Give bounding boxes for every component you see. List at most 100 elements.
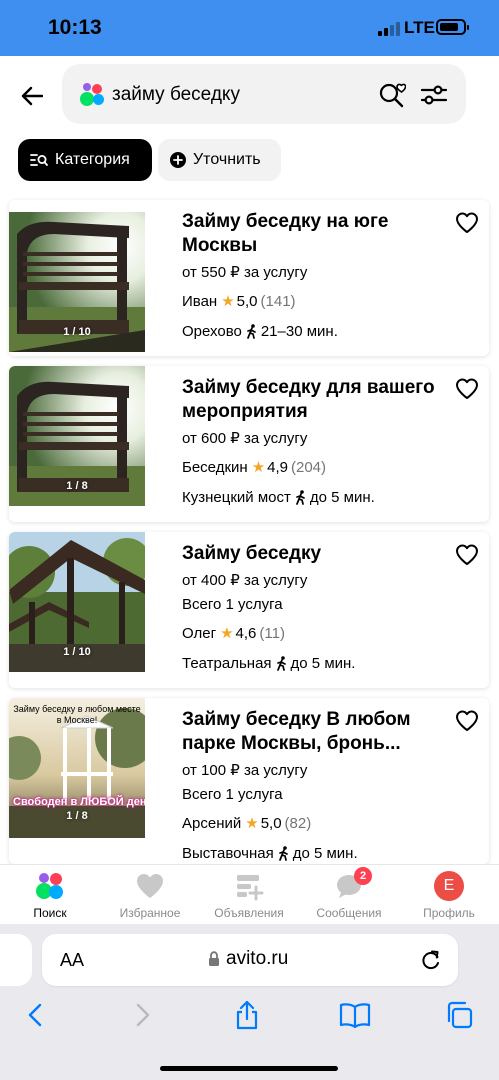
tab-messages[interactable]: 2 Сообщения	[299, 867, 399, 925]
walking-icon	[278, 846, 290, 861]
seller-row: Арсений ★ 5,0 (82)	[182, 814, 442, 833]
share-icon	[236, 1000, 258, 1030]
location-row: Кузнецкий мост до 5 мин.	[182, 488, 442, 507]
tabs-button[interactable]	[444, 1000, 474, 1030]
location-name: Орехово	[182, 323, 242, 340]
listing-info: Займу беседку В любом парке Москвы, брон…	[182, 708, 442, 863]
address-bar[interactable]: AA avito.ru	[42, 934, 458, 986]
browser-forward-button[interactable]	[128, 1000, 158, 1030]
seller-row: Олег ★ 4,6 (11)	[182, 624, 442, 643]
arrow-left-icon	[21, 86, 43, 106]
review-count: (204)	[291, 459, 327, 476]
url-display: avito.ru	[208, 948, 288, 970]
listing-card[interactable]: 1 / 10 Займу беседку на юге Москвы от 55…	[9, 200, 489, 356]
tabs-icon	[447, 1001, 473, 1029]
avatar: E	[434, 871, 464, 901]
heart-icon	[456, 378, 478, 399]
battery-icon	[436, 19, 469, 35]
page-settings-button[interactable]: AA	[60, 950, 84, 971]
avito-logo-icon	[35, 871, 65, 901]
review-count: (141)	[260, 293, 296, 310]
listing-info: Займу беседку от 400 ₽ за услугу Всего 1…	[182, 542, 442, 673]
favorite-button[interactable]	[455, 710, 483, 736]
bookmarks-button[interactable]	[338, 1000, 372, 1030]
photo-caption-bottom: Свободен в ЛЮБОЙ день!	[13, 796, 145, 808]
listing-title[interactable]: Займу беседку для вашего мероприятия	[182, 376, 442, 424]
bottom-tab-bar: Поиск Избранное Объявления 2 Сообщения E…	[0, 864, 499, 924]
listing-photo[interactable]: 1 / 8	[9, 366, 145, 506]
photo-caption-top: Займу беседку в любом месте в Москве!	[13, 704, 141, 725]
favorite-button[interactable]	[455, 544, 483, 570]
bookmarks-icon	[339, 1003, 371, 1028]
location-name: Выставочная	[182, 845, 274, 862]
tab-profile[interactable]: E Профиль	[399, 871, 499, 925]
ads-add-icon	[234, 871, 264, 901]
listing-photo[interactable]: 1 / 10	[9, 212, 145, 352]
services-count: Всего 1 услуга	[182, 596, 283, 613]
seller-name: Беседкин	[182, 459, 248, 476]
listing-card[interactable]: 1 / 10 Займу беседку от 400 ₽ за услугу …	[9, 532, 489, 688]
network-label: LTE	[404, 18, 435, 37]
tab-label: Избранное	[119, 906, 181, 920]
seller-row: Беседкин ★ 4,9 (204)	[182, 458, 442, 477]
search-field[interactable]: займу беседку	[62, 64, 466, 124]
seller-name: Олег	[182, 625, 217, 642]
tab-label: Объявления	[214, 906, 284, 920]
star-icon: ★	[251, 459, 266, 476]
listing-card[interactable]: 1 / 8 Займу беседку для вашего мероприят…	[9, 366, 489, 522]
favorite-button[interactable]	[455, 378, 483, 404]
walk-time: до 5 мин.	[292, 845, 358, 862]
listing-price: от 600 ₽ за услугу	[182, 430, 308, 447]
reload-button[interactable]	[420, 948, 442, 972]
listing-photo[interactable]: Займу беседку в любом месте в Москве! Св…	[9, 698, 145, 838]
tab-ads[interactable]: Объявления	[199, 871, 299, 925]
listing-title[interactable]: Займу беседку В любом парке Москвы, брон…	[182, 708, 442, 756]
heart-icon	[456, 710, 478, 731]
listing-price: от 550 ₽ за услугу	[182, 264, 308, 281]
listing-photo[interactable]: 1 / 10	[9, 532, 145, 672]
sliders-icon	[420, 85, 448, 105]
battery-fill	[440, 23, 458, 31]
walking-icon	[276, 656, 288, 671]
tab-search[interactable]: Поиск	[0, 871, 100, 925]
location-row: Театральная до 5 мин.	[182, 654, 442, 673]
forward-chevron-icon	[136, 1003, 150, 1027]
previous-tab-preview[interactable]	[0, 934, 32, 986]
listing-info: Займу беседку для вашего мероприятия от …	[182, 376, 442, 507]
photo-counter: 1 / 8	[66, 810, 88, 822]
walk-time: 21–30 мин.	[260, 323, 338, 340]
photo-counter: 1 / 8	[66, 480, 88, 492]
filters-button[interactable]	[420, 82, 448, 108]
walking-icon	[295, 490, 307, 505]
star-icon: ★	[220, 625, 234, 642]
review-count: (82)	[284, 815, 312, 832]
location-row: Выставочная до 5 мин.	[182, 844, 442, 863]
search-query: займу беседку	[112, 84, 240, 105]
location-row: Орехово 21–30 мин.	[182, 322, 442, 341]
url-text: avito.ru	[226, 948, 289, 969]
listing-title[interactable]: Займу беседку на юге Москвы	[182, 210, 442, 258]
status-time: 10:13	[48, 16, 102, 39]
seller-rating: 5,0	[260, 815, 282, 832]
refine-chip[interactable]: Уточнить	[158, 139, 281, 181]
seller-name: Арсений	[182, 815, 242, 832]
lock-icon	[208, 951, 220, 967]
star-icon: ★	[221, 293, 235, 310]
tab-favorites[interactable]: Избранное	[100, 871, 200, 925]
back-button[interactable]	[14, 78, 50, 114]
listing-title[interactable]: Займу беседку	[182, 542, 442, 566]
walk-time: до 5 мин.	[309, 489, 375, 506]
seller-row: Иван ★ 5,0 (141)	[182, 292, 442, 311]
avito-logo-icon	[80, 83, 104, 107]
heart-icon	[456, 212, 478, 233]
walking-icon	[246, 324, 258, 339]
chat-bubble-icon: 2	[334, 867, 372, 901]
share-button[interactable]	[232, 1000, 262, 1030]
photo-counter: 1 / 10	[63, 646, 91, 658]
listing-card[interactable]: Займу беседку в любом месте в Москве! Св…	[9, 698, 489, 864]
saved-search-button[interactable]	[378, 80, 407, 108]
category-chip[interactable]: Категория	[18, 139, 152, 181]
browser-back-button[interactable]	[20, 1000, 50, 1030]
status-bar: 10:13 LTE	[0, 0, 499, 56]
favorite-button[interactable]	[455, 212, 483, 238]
